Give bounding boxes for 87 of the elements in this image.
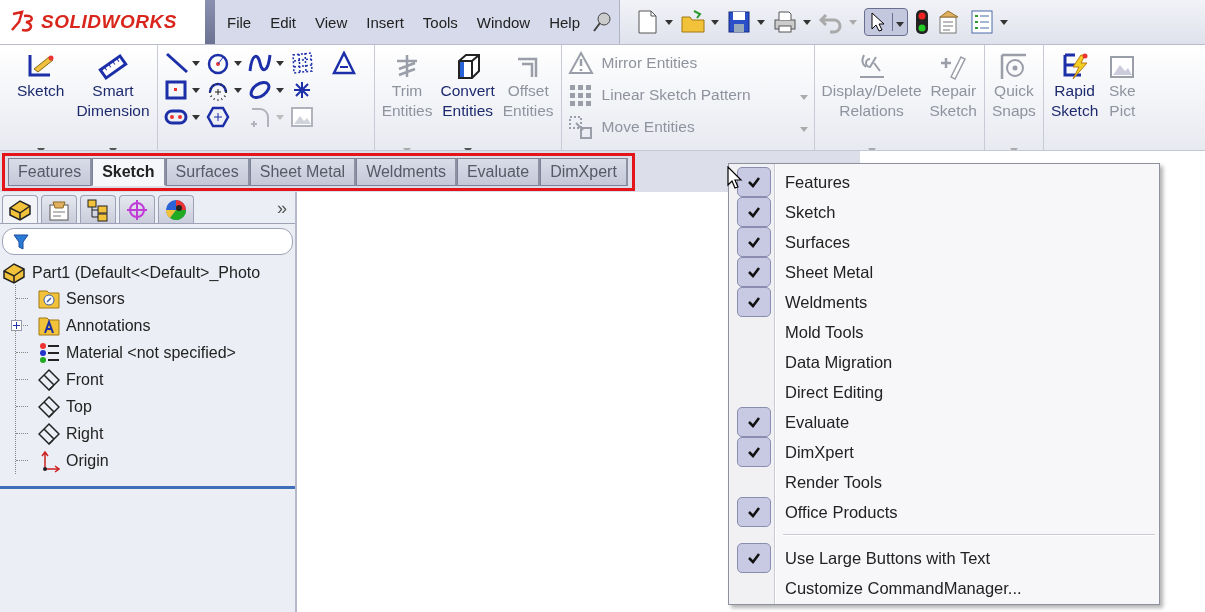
traffic-light-icon[interactable]: [915, 9, 930, 35]
filter-field[interactable]: [2, 228, 293, 255]
command-tab[interactable]: Features: [8, 157, 93, 186]
menu-item[interactable]: File: [219, 9, 260, 35]
logo-icon: [10, 10, 36, 34]
part-icon: [2, 261, 26, 285]
app-logo: SOLIDWORKS: [41, 11, 177, 33]
command-tab[interactable]: Weldments: [356, 157, 457, 186]
tree-item[interactable]: Part1 (Default<<Default>_Photo: [32, 264, 261, 282]
menu-item[interactable]: DimXpert: [731, 437, 1157, 467]
crosshair-icon: [125, 197, 149, 222]
tree-item[interactable]: Top: [66, 397, 92, 416]
color-wheel-icon: [164, 197, 188, 222]
checklist-icon[interactable]: [969, 9, 996, 35]
panel-tab[interactable]: [80, 195, 116, 223]
ribbon-button[interactable]: Rapid Sketch: [1047, 45, 1102, 150]
plane-icon: [38, 394, 60, 419]
menu-item[interactable]: Edit: [262, 9, 305, 35]
command-tab[interactable]: DimXpert: [540, 157, 628, 186]
command-tab[interactable]: Surfaces: [165, 157, 250, 186]
command-tab[interactable]: Evaluate: [456, 157, 541, 186]
ribbon-button[interactable]: Smart Dimension: [73, 45, 153, 150]
hexagon-icon[interactable]: [205, 105, 230, 129]
tree-item[interactable]: Material <not specified>: [66, 343, 236, 362]
tree-item[interactable]: Right: [66, 424, 104, 443]
caret-icon[interactable]: [191, 87, 200, 93]
circle-icon[interactable]: [205, 51, 230, 75]
menu-item[interactable]: Window: [468, 9, 539, 35]
caret-icon[interactable]: [896, 22, 905, 27]
ribbon-button[interactable]: Convert Entities: [437, 45, 498, 150]
menu-item[interactable]: Sketch: [731, 197, 1157, 227]
dot-grid-icon: [567, 83, 594, 107]
caret-icon[interactable]: [275, 60, 284, 66]
menu-item[interactable]: Use Large Buttons with Text: [731, 543, 1157, 573]
more-tabs-button[interactable]: »: [273, 198, 291, 223]
part-icon: [8, 197, 32, 222]
dashed-grid-icon[interactable]: [289, 51, 314, 75]
ribbon-button[interactable]: Sketch: [14, 45, 68, 150]
hierarchy-icon: [86, 197, 110, 222]
rectangle-icon[interactable]: [163, 78, 188, 102]
menu-item[interactable]: Direct Editing: [731, 377, 1157, 407]
panel-tab[interactable]: [2, 195, 38, 223]
material-icon: [38, 340, 60, 365]
tree-item[interactable]: Front: [66, 370, 104, 389]
ellipse-icon[interactable]: [247, 78, 272, 102]
menu-item[interactable]: Weldments: [731, 287, 1157, 317]
printer-icon[interactable]: [772, 9, 799, 35]
command-tab[interactable]: Sketch: [92, 157, 166, 186]
select-button[interactable]: [864, 8, 909, 36]
menu-item[interactable]: Data Migration: [731, 347, 1157, 377]
menu-item[interactable]: Customize CommandManager...: [731, 573, 1157, 603]
expand-toggle[interactable]: [11, 320, 22, 331]
plane-icon: [38, 421, 60, 446]
command-tab[interactable]: Sheet Metal: [249, 157, 357, 186]
origin-icon: [38, 448, 60, 473]
warning-triangle-icon: [567, 51, 594, 75]
menu-item[interactable]: Office Products: [731, 497, 1157, 527]
panel-tab[interactable]: [158, 195, 194, 223]
menu-item[interactable]: Evaluate: [731, 407, 1157, 437]
menu-item[interactable]: View: [307, 9, 356, 35]
menu-item[interactable]: Insert: [358, 9, 412, 35]
move-icon: [567, 115, 594, 139]
tree-item[interactable]: Origin: [66, 451, 109, 470]
save-icon[interactable]: [726, 9, 753, 35]
caret-icon[interactable]: [191, 60, 200, 66]
caret-icon[interactable]: [191, 114, 200, 120]
caret-icon[interactable]: [803, 19, 812, 25]
plane-icon: [38, 367, 60, 392]
caret-icon[interactable]: [233, 87, 242, 93]
tree-item[interactable]: Annotations: [66, 316, 151, 335]
menu-item[interactable]: Tools: [414, 9, 466, 35]
pushpin-icon[interactable]: [591, 10, 614, 34]
filter-icon: [13, 232, 29, 251]
menu-item[interactable]: Sheet Metal: [731, 257, 1157, 287]
menu-item[interactable]: Mold Tools: [731, 317, 1157, 347]
caret-icon[interactable]: [1000, 19, 1009, 25]
text-icon[interactable]: [331, 51, 356, 75]
caret-icon[interactable]: [275, 87, 284, 93]
caret-icon[interactable]: [233, 60, 242, 66]
caret-icon[interactable]: [757, 19, 766, 25]
menu-item[interactable]: Surfaces: [731, 227, 1157, 257]
line-icon[interactable]: [163, 51, 188, 75]
caret-icon[interactable]: [665, 19, 674, 25]
menu-item[interactable]: Render Tools: [731, 467, 1157, 497]
caret-icon[interactable]: [711, 19, 720, 25]
menu-item[interactable]: Help: [541, 9, 589, 35]
tree-item[interactable]: Sensors: [66, 289, 125, 308]
